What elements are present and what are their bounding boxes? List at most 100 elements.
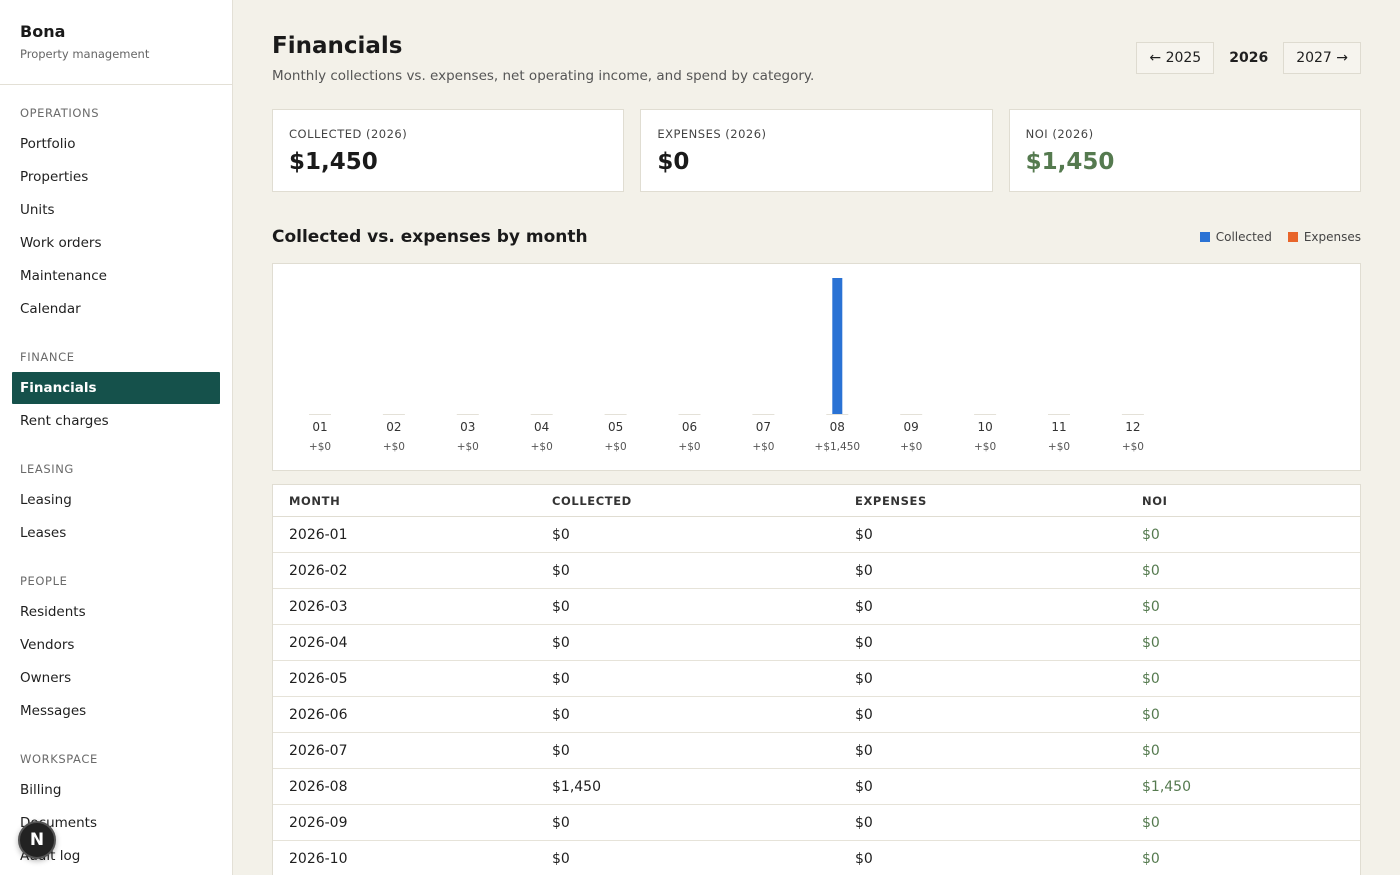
monthly-bar-chart: 01 +$0 02 +$0 03 +$0 04 +$0 05 +$0 06 +$0 07 +$0 08 +$1… <box>272 263 1361 471</box>
brand-name: Bona <box>20 22 66 41</box>
x-tick-label: 04 <box>534 420 549 434</box>
sidebar-item-residents[interactable]: Residents <box>12 596 220 628</box>
x-tick-label: 10 <box>977 420 992 434</box>
cell-month: 2026-10 <box>289 851 348 867</box>
sidebar-item-properties[interactable]: Properties <box>12 161 220 193</box>
x-tick-label: 12 <box>1125 420 1140 434</box>
sidebar-item-calendar[interactable]: Calendar <box>12 293 220 325</box>
cell-collected: $0 <box>552 707 570 723</box>
cell-noi: $0 <box>1142 707 1160 723</box>
cell-month: 2026-03 <box>289 599 348 615</box>
cell-expenses: $0 <box>855 779 873 795</box>
noi-card: NOI (2026) $1,450 <box>1008 109 1361 192</box>
cell-collected: $0 <box>552 527 570 543</box>
monthly-table: MONTH COLLECTED EXPENSES NOI 2026-01 $0 $0… <box>272 484 1361 875</box>
x-tick-label: 08 <box>830 420 845 434</box>
net-label: +$0 <box>974 441 996 453</box>
sidebar-item-messages[interactable]: Messages <box>12 695 220 727</box>
summary-cards: COLLECTED (2026) $1,450 EXPENSES (2026) … <box>272 109 1361 192</box>
x-tick-label: 06 <box>682 420 697 434</box>
cell-month: 2026-02 <box>289 563 348 579</box>
net-label: +$0 <box>752 441 774 453</box>
sidebar-item-leasing[interactable]: Leasing <box>12 484 220 516</box>
sidebar-item-rent-charges[interactable]: Rent charges <box>12 405 220 437</box>
header-noi: NOI <box>1142 494 1168 508</box>
cell-expenses: $0 <box>855 671 873 687</box>
net-label: +$0 <box>383 441 405 453</box>
nav-section-operations: OPERATIONS <box>20 106 100 120</box>
header-collected: COLLECTED <box>552 494 632 508</box>
cell-noi: $0 <box>1142 635 1160 651</box>
cell-expenses: $0 <box>855 599 873 615</box>
cell-expenses: $0 <box>855 815 873 831</box>
cell-month: 2026-07 <box>289 743 348 759</box>
legend-item-expenses: Expenses <box>1287 230 1361 244</box>
bar-collected-08 <box>832 278 843 414</box>
cell-month: 2026-09 <box>289 815 348 831</box>
sidebar-item-maintenance[interactable]: Maintenance <box>12 260 220 292</box>
sidebar-item-vendors[interactable]: Vendors <box>12 629 220 661</box>
cell-month: 2026-08 <box>289 779 348 795</box>
cell-collected: $0 <box>552 671 570 687</box>
x-tick-label: 11 <box>1051 420 1066 434</box>
cell-collected: $0 <box>552 815 570 831</box>
card-value: $1,450 <box>289 149 378 175</box>
cell-collected: $1,450 <box>552 779 601 795</box>
legend-swatch-collected <box>1199 232 1210 242</box>
year-navigation: ← 2025 2026 2027 → <box>1136 42 1361 74</box>
header-expenses: EXPENSES <box>855 494 927 508</box>
cell-noi: $0 <box>1142 671 1160 687</box>
cell-month: 2026-01 <box>289 527 348 543</box>
net-label: +$0 <box>1048 441 1070 453</box>
legend-item-collected: Collected <box>1199 230 1272 244</box>
cell-noi: $0 <box>1142 851 1160 867</box>
x-tick-label: 05 <box>608 420 623 434</box>
cell-expenses: $0 <box>855 563 873 579</box>
net-label: +$1,450 <box>815 441 861 453</box>
x-tick-label: 09 <box>904 420 919 434</box>
cell-month: 2026-04 <box>289 635 348 651</box>
legend-swatch-expenses <box>1287 232 1298 242</box>
sidebar-item-owners[interactable]: Owners <box>12 662 220 694</box>
net-label: +$0 <box>531 441 553 453</box>
table-row: 2026-04 $0 $0 $0 <box>273 625 1360 661</box>
sidebar-item-leases[interactable]: Leases <box>12 517 220 549</box>
cell-expenses: $0 <box>855 743 873 759</box>
brand-subtitle: Property management <box>20 47 150 61</box>
sidebar-item-billing[interactable]: Billing <box>12 774 220 806</box>
table-row: 2026-06 $0 $0 $0 <box>273 697 1360 733</box>
legend-label: Collected <box>1215 230 1272 244</box>
header-month: MONTH <box>289 494 341 508</box>
cell-expenses: $0 <box>855 707 873 723</box>
next-year-button[interactable]: 2027 → <box>1283 42 1361 74</box>
table-row: 2026-09 $0 $0 $0 <box>273 805 1360 841</box>
sidebar-item-financials[interactable]: Financials <box>12 372 220 404</box>
page-title: Financials <box>272 33 403 59</box>
table-row: 2026-03 $0 $0 $0 <box>273 589 1360 625</box>
x-tick-label: 02 <box>386 420 401 434</box>
sidebar-item-work-orders[interactable]: Work orders <box>12 227 220 259</box>
net-label: +$0 <box>605 441 627 453</box>
nav-section-finance: FINANCE <box>20 350 75 364</box>
sidebar-item-units[interactable]: Units <box>12 194 220 226</box>
sidebar-item-portfolio[interactable]: Portfolio <box>12 128 220 160</box>
net-label: +$0 <box>678 441 700 453</box>
cell-noi: $0 <box>1142 743 1160 759</box>
x-tick-label: 07 <box>756 420 771 434</box>
card-value: $1,450 <box>1025 149 1115 175</box>
chart-svg: 01 +$0 02 +$0 03 +$0 04 +$0 05 +$0 06 +$0 07 +$0 08 +$1… <box>309 278 1144 453</box>
x-tick-label: 01 <box>312 420 327 434</box>
cell-noi: $0 <box>1142 527 1160 543</box>
card-label: COLLECTED (2026) <box>289 127 408 141</box>
assistant-avatar-button[interactable]: N <box>18 821 56 859</box>
cell-collected: $0 <box>552 743 570 759</box>
page-subtitle: Monthly collections vs. expenses, net op… <box>272 68 815 84</box>
prev-year-button[interactable]: ← 2025 <box>1136 42 1215 74</box>
table-row: 2026-05 $0 $0 $0 <box>273 661 1360 697</box>
net-label: +$0 <box>309 441 331 453</box>
nav-section-people: PEOPLE <box>20 574 68 588</box>
legend-label: Expenses <box>1303 230 1361 244</box>
table-row: 2026-02 $0 $0 $0 <box>273 553 1360 589</box>
x-tick-label: 03 <box>460 420 475 434</box>
cell-expenses: $0 <box>855 635 873 651</box>
